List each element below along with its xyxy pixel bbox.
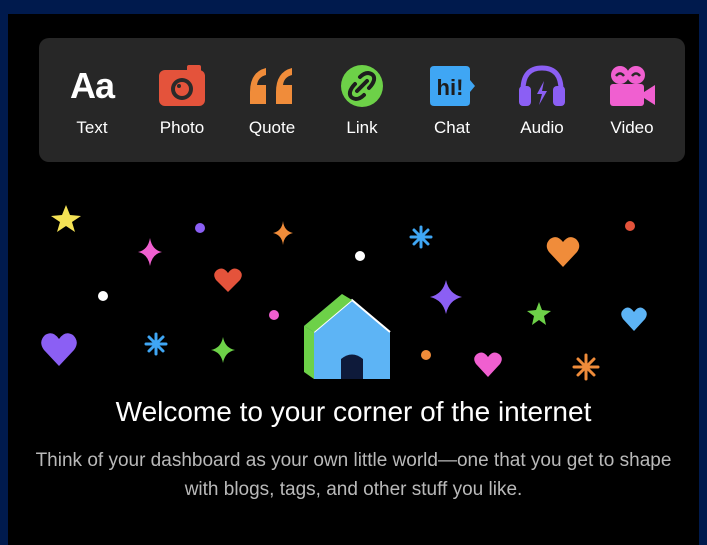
post-audio-label: Audio	[520, 118, 564, 137]
welcome-subtitle: Think of your dashboard as your own litt…	[35, 450, 672, 500]
quote-icon	[246, 62, 298, 110]
welcome-illustration	[41, 205, 647, 381]
video-camera-icon	[606, 62, 658, 110]
post-video-label: Video	[610, 118, 654, 137]
post-text-label: Text	[76, 118, 108, 137]
heart-icon	[41, 333, 77, 366]
heart-icon	[474, 352, 502, 377]
post-chat-button[interactable]: hi! Chat	[410, 62, 494, 138]
post-link-button[interactable]: Link	[320, 62, 404, 138]
camera-icon	[156, 62, 208, 110]
heart-icon	[214, 268, 242, 292]
star-icon	[527, 302, 551, 325]
sparkle-icon	[430, 280, 462, 314]
svg-text:hi!: hi!	[437, 75, 464, 100]
post-photo-button[interactable]: Photo	[140, 62, 224, 138]
star-icon	[51, 205, 81, 232]
post-quote-button[interactable]: Quote	[230, 62, 314, 138]
dot-icon	[98, 291, 108, 301]
chat-icon: hi!	[426, 62, 478, 110]
link-icon	[336, 62, 388, 110]
dot-icon	[195, 223, 205, 233]
sparkle-icon	[273, 221, 293, 245]
post-quote-label: Quote	[248, 118, 296, 137]
post-chat-label: Chat	[434, 118, 470, 137]
dot-icon	[421, 350, 431, 360]
welcome-title: Welcome to your corner of the internet	[115, 396, 592, 427]
heart-icon	[546, 237, 580, 267]
dot-icon	[625, 221, 635, 231]
asterisk-icon	[144, 332, 168, 356]
post-link-label: Link	[346, 118, 378, 137]
house-icon	[304, 294, 391, 379]
post-photo-label: Photo	[159, 118, 205, 137]
dot-icon	[355, 251, 365, 261]
post-type-toolbar: Aa Text Photo Quote Link hi! Chat Audio …	[39, 38, 685, 162]
sparkle-icon	[138, 238, 162, 266]
dot-icon	[269, 310, 279, 320]
asterisk-icon	[572, 353, 600, 381]
post-text-button[interactable]: Aa Text	[50, 62, 134, 138]
asterisk-icon	[409, 225, 433, 249]
headphones-icon	[516, 62, 568, 110]
text-icon: Aa	[69, 65, 115, 106]
heart-icon	[621, 307, 647, 331]
sparkle-icon	[211, 337, 235, 363]
post-video-button[interactable]: Video	[590, 62, 674, 138]
post-audio-button[interactable]: Audio	[500, 62, 584, 138]
dashboard-panel: Aa Text Photo Quote Link hi! Chat Audio …	[8, 14, 699, 545]
